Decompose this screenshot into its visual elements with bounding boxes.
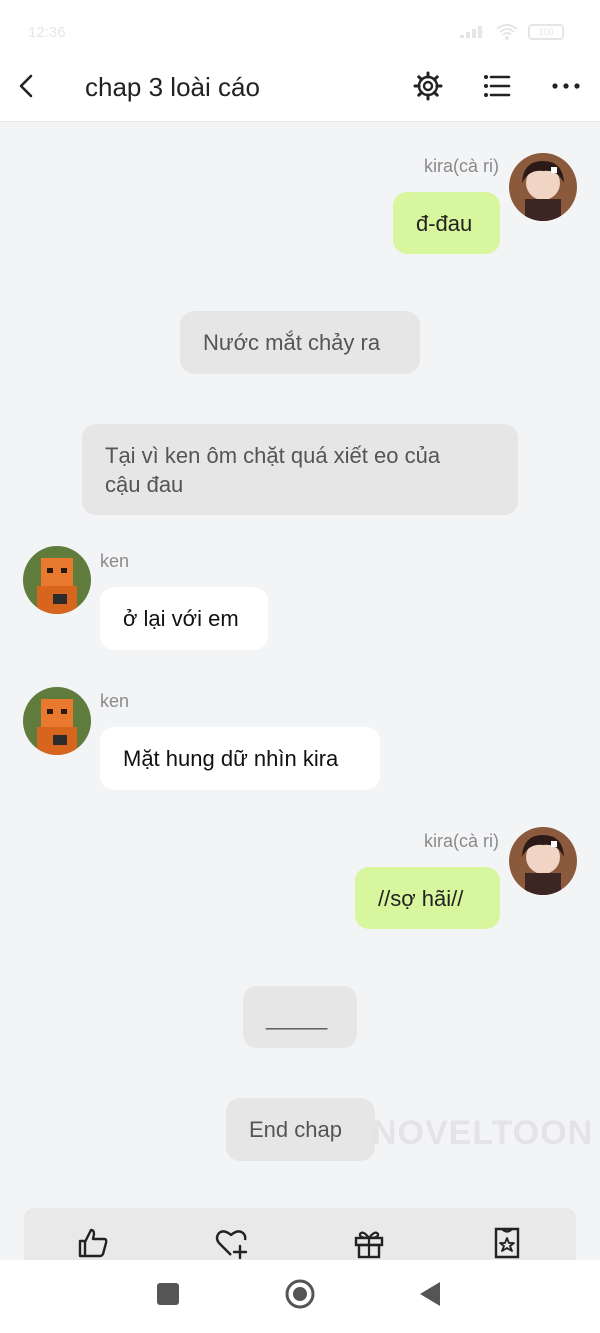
avatar-kira[interactable]	[509, 827, 577, 895]
more-options-icon[interactable]	[550, 70, 582, 102]
recent-apps-icon[interactable]	[152, 1278, 184, 1310]
avatar-ken[interactable]	[23, 546, 91, 614]
chat-bubble: ở lại với em	[100, 587, 268, 650]
chat-bubble: đ-đau	[393, 192, 500, 254]
top-app-bar: chap 3 loài cáo	[0, 58, 600, 122]
narration-bubble: _____	[243, 986, 357, 1048]
speaker-name: kira(cà ri)	[424, 156, 499, 176]
speaker-name: ken	[100, 691, 130, 711]
signal-icon	[460, 26, 486, 38]
status-time: 12:36	[28, 24, 66, 41]
status-bar: 12:36 100	[0, 0, 600, 62]
speaker-name: kira(cà ri)	[424, 831, 499, 851]
wifi-icon	[496, 24, 518, 40]
home-icon[interactable]	[284, 1278, 316, 1310]
list-icon[interactable]	[481, 70, 513, 102]
gift-icon[interactable]	[352, 1226, 386, 1260]
speaker-name: ken	[100, 551, 130, 571]
avatar-ken[interactable]	[23, 687, 91, 755]
ticket-star-icon[interactable]	[490, 1226, 524, 1260]
heart-plus-icon[interactable]	[214, 1226, 248, 1260]
chat-bubble: Mặt hung dữ nhìn kira	[100, 727, 380, 790]
narration-bubble: Tại vì ken ôm chặt quá xiết eo của cậu đ…	[82, 424, 518, 515]
action-bar	[24, 1208, 576, 1268]
end-chap-bubble: End chap	[226, 1098, 375, 1161]
thumbs-up-icon[interactable]	[76, 1226, 110, 1260]
chat-bubble: //sợ hãi//	[355, 867, 500, 929]
noveltoon-watermark: NOVELTOON	[372, 1114, 594, 1152]
narration-bubble: Nước mắt chảy ra	[180, 311, 420, 374]
back-triangle-icon[interactable]	[414, 1278, 446, 1310]
system-nav-bar	[0, 1260, 600, 1333]
narration-line: Tại vì ken ôm chặt quá xiết eo của	[105, 442, 441, 468]
battery-icon: 100	[528, 24, 564, 40]
page-title: chap 3 loài cáo	[85, 72, 260, 102]
gear-icon[interactable]	[412, 70, 444, 102]
status-icons: 100	[460, 24, 564, 40]
narration-line: cậu đau	[105, 471, 184, 497]
avatar-kira[interactable]	[509, 153, 577, 221]
back-arrow-icon[interactable]	[14, 72, 42, 100]
